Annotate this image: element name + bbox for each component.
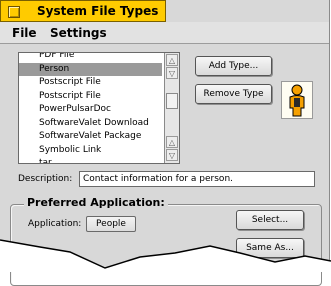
scroll-down-arrow-icon[interactable]: ▽ [166, 67, 178, 79]
file-type-list[interactable]: PDF File Person Postscript File Postscri… [18, 52, 180, 164]
preferred-application-title: Preferred Application: [24, 196, 168, 209]
window-title: System File Types [37, 4, 159, 18]
person-icon [289, 84, 305, 117]
application-field[interactable]: People [86, 216, 136, 232]
list-item[interactable]: Postscript File [19, 76, 162, 90]
menu-file[interactable]: File [12, 26, 37, 40]
description-label: Description: [18, 174, 73, 184]
list-item[interactable]: SoftwareValet Package [19, 130, 162, 144]
list-item[interactable]: SoftwareValet Download [19, 117, 162, 131]
list-item[interactable]: Symbolic Link [19, 144, 162, 158]
list-scrollbar[interactable]: △ ▽ △ ▽ [164, 53, 179, 163]
remove-type-button[interactable]: Remove Type [195, 84, 272, 104]
list-item[interactable]: PowerPulsarDoc [19, 103, 162, 117]
list-item[interactable]: Postscript File [19, 90, 162, 104]
list-item[interactable]: PDF File [19, 53, 162, 63]
menu-settings[interactable]: Settings [50, 26, 107, 40]
add-type-button[interactable]: Add Type... [195, 56, 272, 76]
select-button[interactable]: Select... [236, 210, 304, 230]
scroll-thumb[interactable] [166, 93, 178, 109]
close-box-icon[interactable] [8, 6, 20, 18]
same-as-button[interactable]: Same As... [236, 238, 304, 258]
scroll-up-arrow-icon[interactable]: △ [166, 54, 178, 66]
file-type-list-items: PDF File Person Postscript File Postscri… [19, 53, 162, 163]
list-item[interactable]: tar [19, 157, 162, 163]
scroll-up-arrow-icon[interactable]: △ [166, 136, 178, 148]
scroll-down-arrow-icon[interactable]: ▽ [166, 149, 178, 161]
file-type-icon-well[interactable] [281, 81, 313, 119]
file-types-window: System File Types File Settings PDF File… [0, 0, 330, 286]
title-tab[interactable]: System File Types [0, 0, 166, 22]
menubar: File Settings [0, 22, 329, 44]
description-field[interactable]: Contact information for a person. [79, 171, 315, 187]
list-item-selected[interactable]: Person [19, 62, 162, 76]
application-label: Application: [28, 219, 82, 229]
